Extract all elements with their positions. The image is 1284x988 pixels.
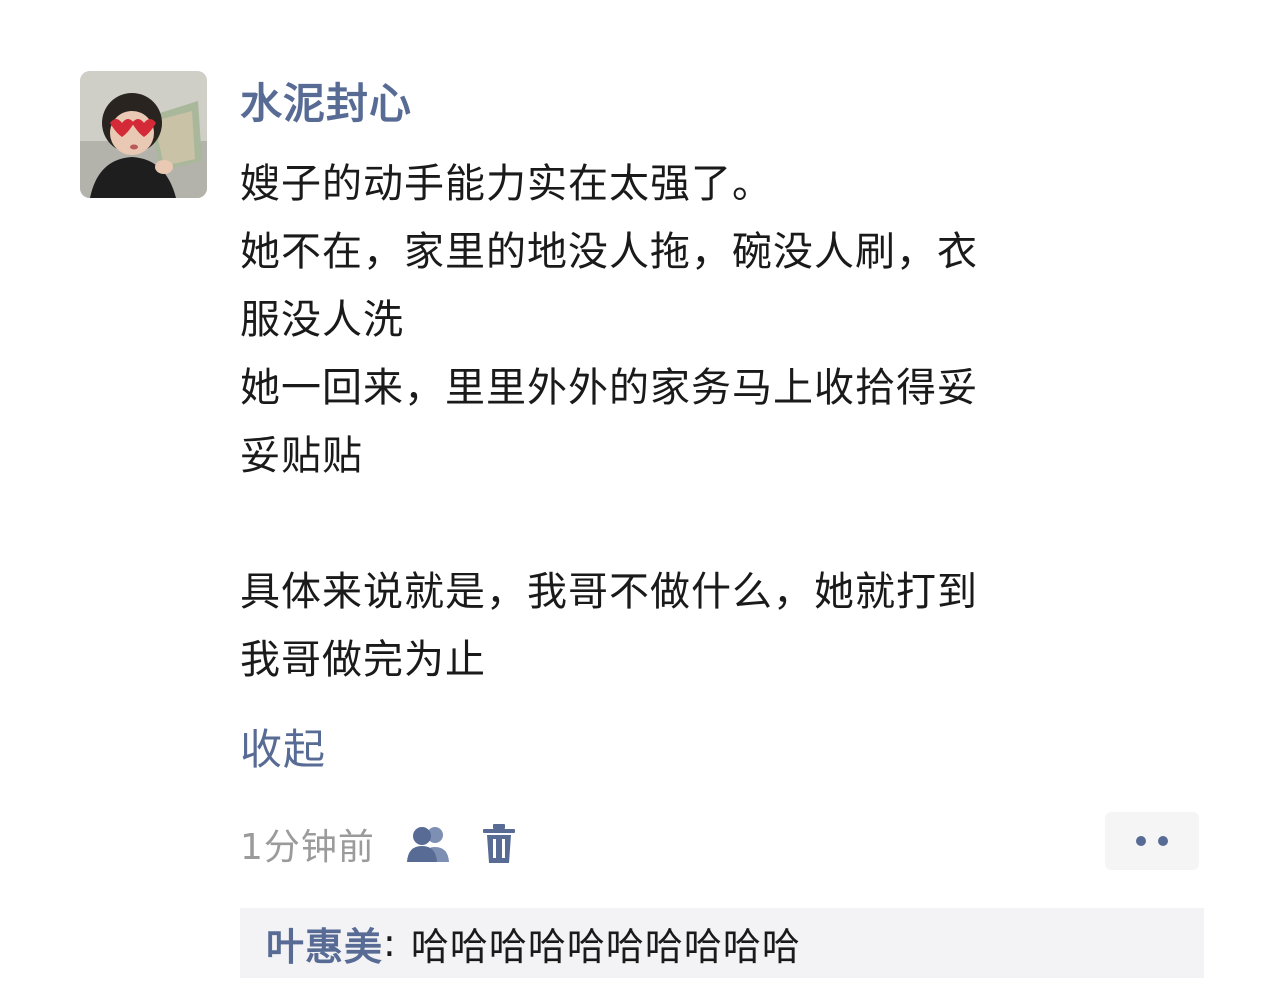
post-content-line: 妥贴贴: [240, 433, 363, 479]
more-button[interactable]: [1105, 812, 1199, 870]
post-meta-row: 1分钟前: [240, 812, 519, 876]
comment-item[interactable]: 叶惠美 : 哈哈哈哈哈哈哈哈哈哈: [240, 908, 1204, 978]
trash-icon[interactable]: [479, 820, 519, 868]
post-content-line: 我哥做完为止: [240, 637, 486, 683]
comment-text: 哈哈哈哈哈哈哈哈哈哈: [410, 924, 801, 969]
avatar-photo-icon: [80, 71, 207, 198]
comment-author[interactable]: 叶惠美: [266, 916, 383, 971]
post-content-line: 服没人洗: [240, 297, 404, 343]
post-timestamp: 1分钟前: [240, 827, 375, 868]
post-content-line: 她一回来，里里外外的家务马上收拾得妥: [240, 365, 978, 411]
post-content-line: 嫂子的动手能力实在太强了。: [240, 161, 773, 207]
moments-post: 水泥封心 嫂子的动手能力实在太强了。 她不在，家里的地没人拖，碗没人刷，衣 服没…: [0, 0, 1284, 988]
post-content-blank-line: [240, 490, 1200, 558]
more-dots-icon: [1136, 836, 1168, 846]
comment-separator: :: [383, 921, 397, 965]
avatar[interactable]: [80, 71, 207, 198]
people-icon[interactable]: [405, 820, 453, 868]
post-username[interactable]: 水泥封心: [240, 72, 412, 136]
post-content-line: 她不在，家里的地没人拖，碗没人刷，衣: [240, 229, 978, 275]
collapse-link[interactable]: 收起: [240, 718, 326, 782]
post-content: 嫂子的动手能力实在太强了。 她不在，家里的地没人拖，碗没人刷，衣 服没人洗 她一…: [240, 150, 1200, 694]
post-content-line: 具体来说就是，我哥不做什么，她就打到: [240, 569, 978, 615]
